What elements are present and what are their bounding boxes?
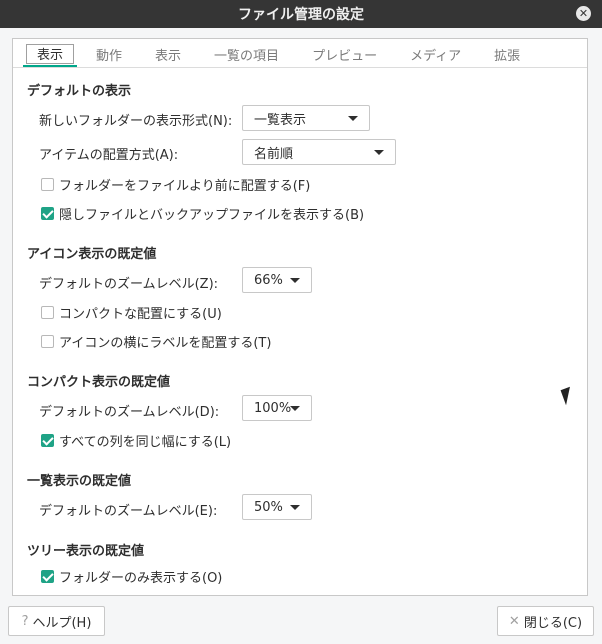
new-folder-view-label: 新しいフォルダーの表示形式(N): [39, 114, 233, 129]
icon-zoom-value: 66% [254, 272, 283, 288]
show-hidden-checkbox[interactable] [41, 207, 54, 220]
chevron-down-icon [374, 150, 384, 155]
help-button[interactable]: ? ヘルプ(H) [8, 606, 105, 636]
compact-layout-checkbox[interactable] [41, 306, 54, 319]
new-folder-view-value: 一覧表示 [254, 112, 307, 128]
tab-list-columns[interactable]: 一覧の項目 [200, 41, 293, 67]
chevron-down-icon [290, 278, 300, 283]
compact-layout-row[interactable]: コンパクトな配置にする(U) [41, 303, 222, 322]
window-titlebar: ファイル管理の設定 ✕ [0, 0, 602, 28]
section-icon-view-title: アイコン表示の既定値 [27, 247, 157, 262]
chevron-down-icon [290, 505, 300, 510]
list-zoom-dropdown[interactable]: 50% [242, 494, 312, 520]
icon-zoom-dropdown[interactable]: 66% [242, 267, 312, 293]
icon-zoom-label: デフォルトのズームレベル(Z): [39, 277, 219, 292]
label-beside-checkbox[interactable] [41, 335, 54, 348]
arrange-label: アイテムの配置方式(A): [39, 148, 179, 163]
folders-only-checkbox[interactable] [41, 570, 54, 583]
same-width-label: すべての列を同じ幅にする(L) [59, 435, 232, 450]
folders-first-label: フォルダーをファイルより前に配置する(F) [59, 179, 311, 194]
folders-first-row[interactable]: フォルダーをファイルより前に配置する(F) [41, 175, 310, 194]
arrange-dropdown[interactable]: 名前順 [242, 139, 396, 165]
same-width-row[interactable]: すべての列を同じ幅にする(L) [41, 431, 231, 450]
folders-only-label: フォルダーのみ表示する(O) [59, 571, 223, 586]
compact-zoom-label: デフォルトのズームレベル(D): [39, 405, 220, 420]
close-button[interactable]: ✕ 閉じる(C) [497, 606, 594, 636]
show-hidden-label: 隠しファイルとバックアップファイルを表示する(B) [59, 208, 365, 223]
new-folder-view-dropdown[interactable]: 一覧表示 [242, 105, 370, 131]
help-button-label: ヘルプ(H) [32, 615, 92, 631]
compact-layout-label: コンパクトな配置にする(U) [59, 307, 222, 322]
label-beside-label: アイコンの横にラベルを配置する(T) [59, 336, 272, 351]
tab-preview[interactable]: プレビュー [298, 41, 391, 67]
show-hidden-row[interactable]: 隠しファイルとバックアップファイルを表示する(B) [41, 204, 364, 223]
chevron-down-icon [348, 116, 358, 121]
tab-behavior[interactable]: 動作 [82, 41, 136, 67]
same-width-checkbox[interactable] [41, 434, 54, 447]
list-zoom-label: デフォルトのズームレベル(E): [39, 504, 218, 519]
tab-media[interactable]: メディア [396, 41, 475, 67]
section-list-view-title: 一覧表示の既定値 [27, 474, 132, 489]
chevron-down-icon [290, 406, 300, 411]
compact-zoom-dropdown[interactable]: 100% [242, 395, 312, 421]
folders-only-row[interactable]: フォルダーのみ表示する(O) [41, 567, 222, 586]
arrange-value: 名前順 [254, 146, 294, 162]
tab-bar: 表示 動作 表示 一覧の項目 プレビュー メディア 拡張 [13, 39, 587, 68]
preferences-notebook: 表示 動作 表示 一覧の項目 プレビュー メディア 拡張 デフォルトの表示 新し… [12, 38, 588, 596]
window-title: ファイル管理の設定 [238, 7, 364, 23]
section-compact-view-title: コンパクト表示の既定値 [27, 375, 171, 390]
close-button-label: 閉じる(C) [523, 615, 583, 631]
question-mark-icon: ? [21, 613, 29, 629]
section-tree-view-title: ツリー表示の既定値 [27, 544, 145, 559]
tab-extensions[interactable]: 拡張 [480, 41, 534, 67]
window-close-icon[interactable]: ✕ [576, 6, 591, 21]
folders-first-checkbox[interactable] [41, 178, 54, 191]
window-body: 表示 動作 表示 一覧の項目 プレビュー メディア 拡張 デフォルトの表示 新し… [0, 28, 602, 644]
label-beside-row[interactable]: アイコンの横にラベルを配置する(T) [41, 332, 271, 351]
tab-display-2[interactable]: 表示 [141, 41, 195, 67]
tab-display[interactable]: 表示 [23, 41, 78, 67]
list-zoom-value: 50% [254, 499, 283, 515]
compact-zoom-value: 100% [254, 400, 292, 416]
x-icon: ✕ [508, 613, 520, 629]
section-default-view-title: デフォルトの表示 [27, 84, 132, 99]
